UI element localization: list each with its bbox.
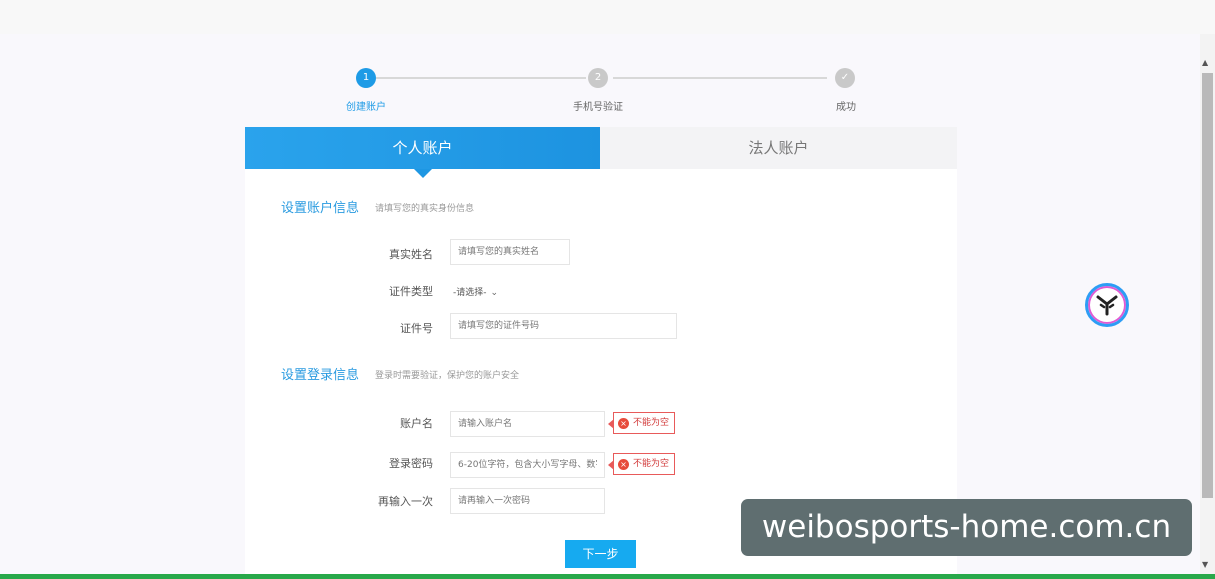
confirm-password-input[interactable] xyxy=(450,488,605,514)
tab-personal-account[interactable]: 个人账户 xyxy=(245,127,600,169)
error-x-icon: × xyxy=(618,418,629,429)
account-name-input[interactable] xyxy=(450,411,605,437)
password-error-text: 不能为空 xyxy=(633,459,670,469)
confirm-password-label: 再输入一次 xyxy=(378,495,433,508)
scrollbar-thumb[interactable] xyxy=(1202,73,1213,498)
page: 1 2 ✓ 创建账户 手机号验证 成功 个人账户 法人账户 设置账户信息 请填写… xyxy=(0,0,1215,579)
real-name-label: 真实姓名 xyxy=(389,248,433,261)
next-step-button[interactable]: 下一步 xyxy=(565,540,636,568)
step-3-check-icon: ✓ xyxy=(835,68,855,88)
account-name-error-text: 不能为空 xyxy=(633,418,670,428)
login-info-title: 设置登录信息 xyxy=(281,368,360,383)
password-label: 登录密码 xyxy=(389,457,433,470)
step-1-label: 创建账户 xyxy=(346,102,386,113)
top-bar xyxy=(0,0,1215,34)
login-info-hint: 登录时需要验证，保护您的账户安全 xyxy=(375,371,520,381)
registration-stepper: 1 2 ✓ 创建账户 手机号验证 成功 xyxy=(330,66,890,116)
step-2-indicator: 2 xyxy=(588,68,608,88)
id-type-label: 证件类型 xyxy=(389,285,433,298)
step-connector-1 xyxy=(376,77,586,79)
account-type-tabs: 个人账户 法人账户 xyxy=(245,127,957,178)
logo-glyph-icon xyxy=(1096,295,1118,316)
id-number-label: 证件号 xyxy=(400,322,433,335)
id-type-selected-value: -请选择- xyxy=(453,288,487,298)
real-name-input[interactable] xyxy=(450,239,570,265)
tab-legal-account[interactable]: 法人账户 xyxy=(600,127,957,169)
watermark-banner: weibosports-home.com.cn xyxy=(741,499,1192,556)
step-3-label: 成功 xyxy=(836,102,856,113)
account-info-title: 设置账户信息 xyxy=(281,201,360,216)
floating-logo-icon[interactable] xyxy=(1085,283,1129,327)
account-name-error: × 不能为空 xyxy=(607,412,676,434)
scroll-up-arrow-icon[interactable]: ▲ xyxy=(1202,58,1208,67)
account-info-hint: 请填写您的真实身份信息 xyxy=(375,204,475,214)
password-input[interactable] xyxy=(450,452,605,478)
step-connector-2 xyxy=(613,77,827,79)
taskbar-strip xyxy=(0,574,1215,579)
id-type-select[interactable]: -请选择- ⌄ xyxy=(453,285,498,298)
step-2-label: 手机号验证 xyxy=(573,102,623,113)
chevron-down-icon: ⌄ xyxy=(490,288,499,298)
step-1-indicator: 1 xyxy=(356,68,376,88)
error-x-icon: × xyxy=(618,459,629,470)
account-name-label: 账户名 xyxy=(400,417,433,430)
password-error: × 不能为空 xyxy=(607,453,676,475)
active-tab-pointer xyxy=(414,169,432,178)
scroll-down-arrow-icon[interactable]: ▼ xyxy=(1202,560,1208,569)
id-number-input[interactable] xyxy=(450,313,677,339)
